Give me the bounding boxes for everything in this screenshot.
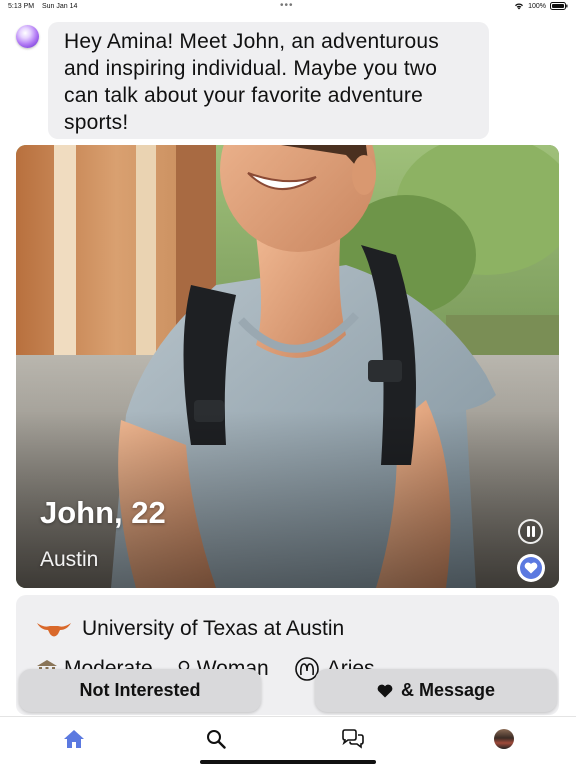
profile-name-age: John, 22 [40,495,166,530]
longhorn-icon [37,623,71,637]
profile-photo-card[interactable]: John, 22 Austin [16,145,559,588]
pause-icon [526,526,535,537]
profile-city: Austin [40,548,99,571]
pause-button[interactable] [518,519,543,544]
tab-home[interactable] [62,727,86,751]
status-indicators: 100% [514,2,568,10]
heart-icon [524,562,538,574]
heart-icon [377,684,393,697]
school-row: University of Texas at Austin [36,617,344,641]
assistant-message-bubble: Hey Amina! Meet John, an adventurous and… [48,22,489,139]
tab-search[interactable] [204,727,228,751]
not-interested-button[interactable]: Not Interested [19,669,261,712]
not-interested-label: Not Interested [79,680,201,700]
like-button[interactable] [517,554,545,582]
home-icon [64,730,84,748]
like-and-message-button[interactable]: & Message [315,669,557,712]
status-bar: 5:13 PM Sun Jan 14 ••• 100% [0,0,576,14]
home-indicator [200,760,376,764]
tab-profile[interactable] [492,727,516,751]
multitasking-dots-icon[interactable]: ••• [280,0,294,11]
chat-bubbles-icon [342,729,364,749]
status-date: Sun Jan 14 [42,3,78,10]
school-name: University of Texas at Austin [82,617,345,640]
avatar [494,729,514,749]
like-and-message-label: & Message [400,680,496,700]
tab-chats[interactable] [341,727,365,751]
assistant-message-text: Hey Amina! Meet John, an adventurous and… [64,30,439,134]
wifi-icon [514,2,524,10]
status-time: 5:13 PM [8,3,35,10]
search-icon [207,730,226,749]
battery-percent: 100% [528,2,546,10]
battery-icon [550,2,568,10]
assistant-orb-icon[interactable] [16,25,39,48]
